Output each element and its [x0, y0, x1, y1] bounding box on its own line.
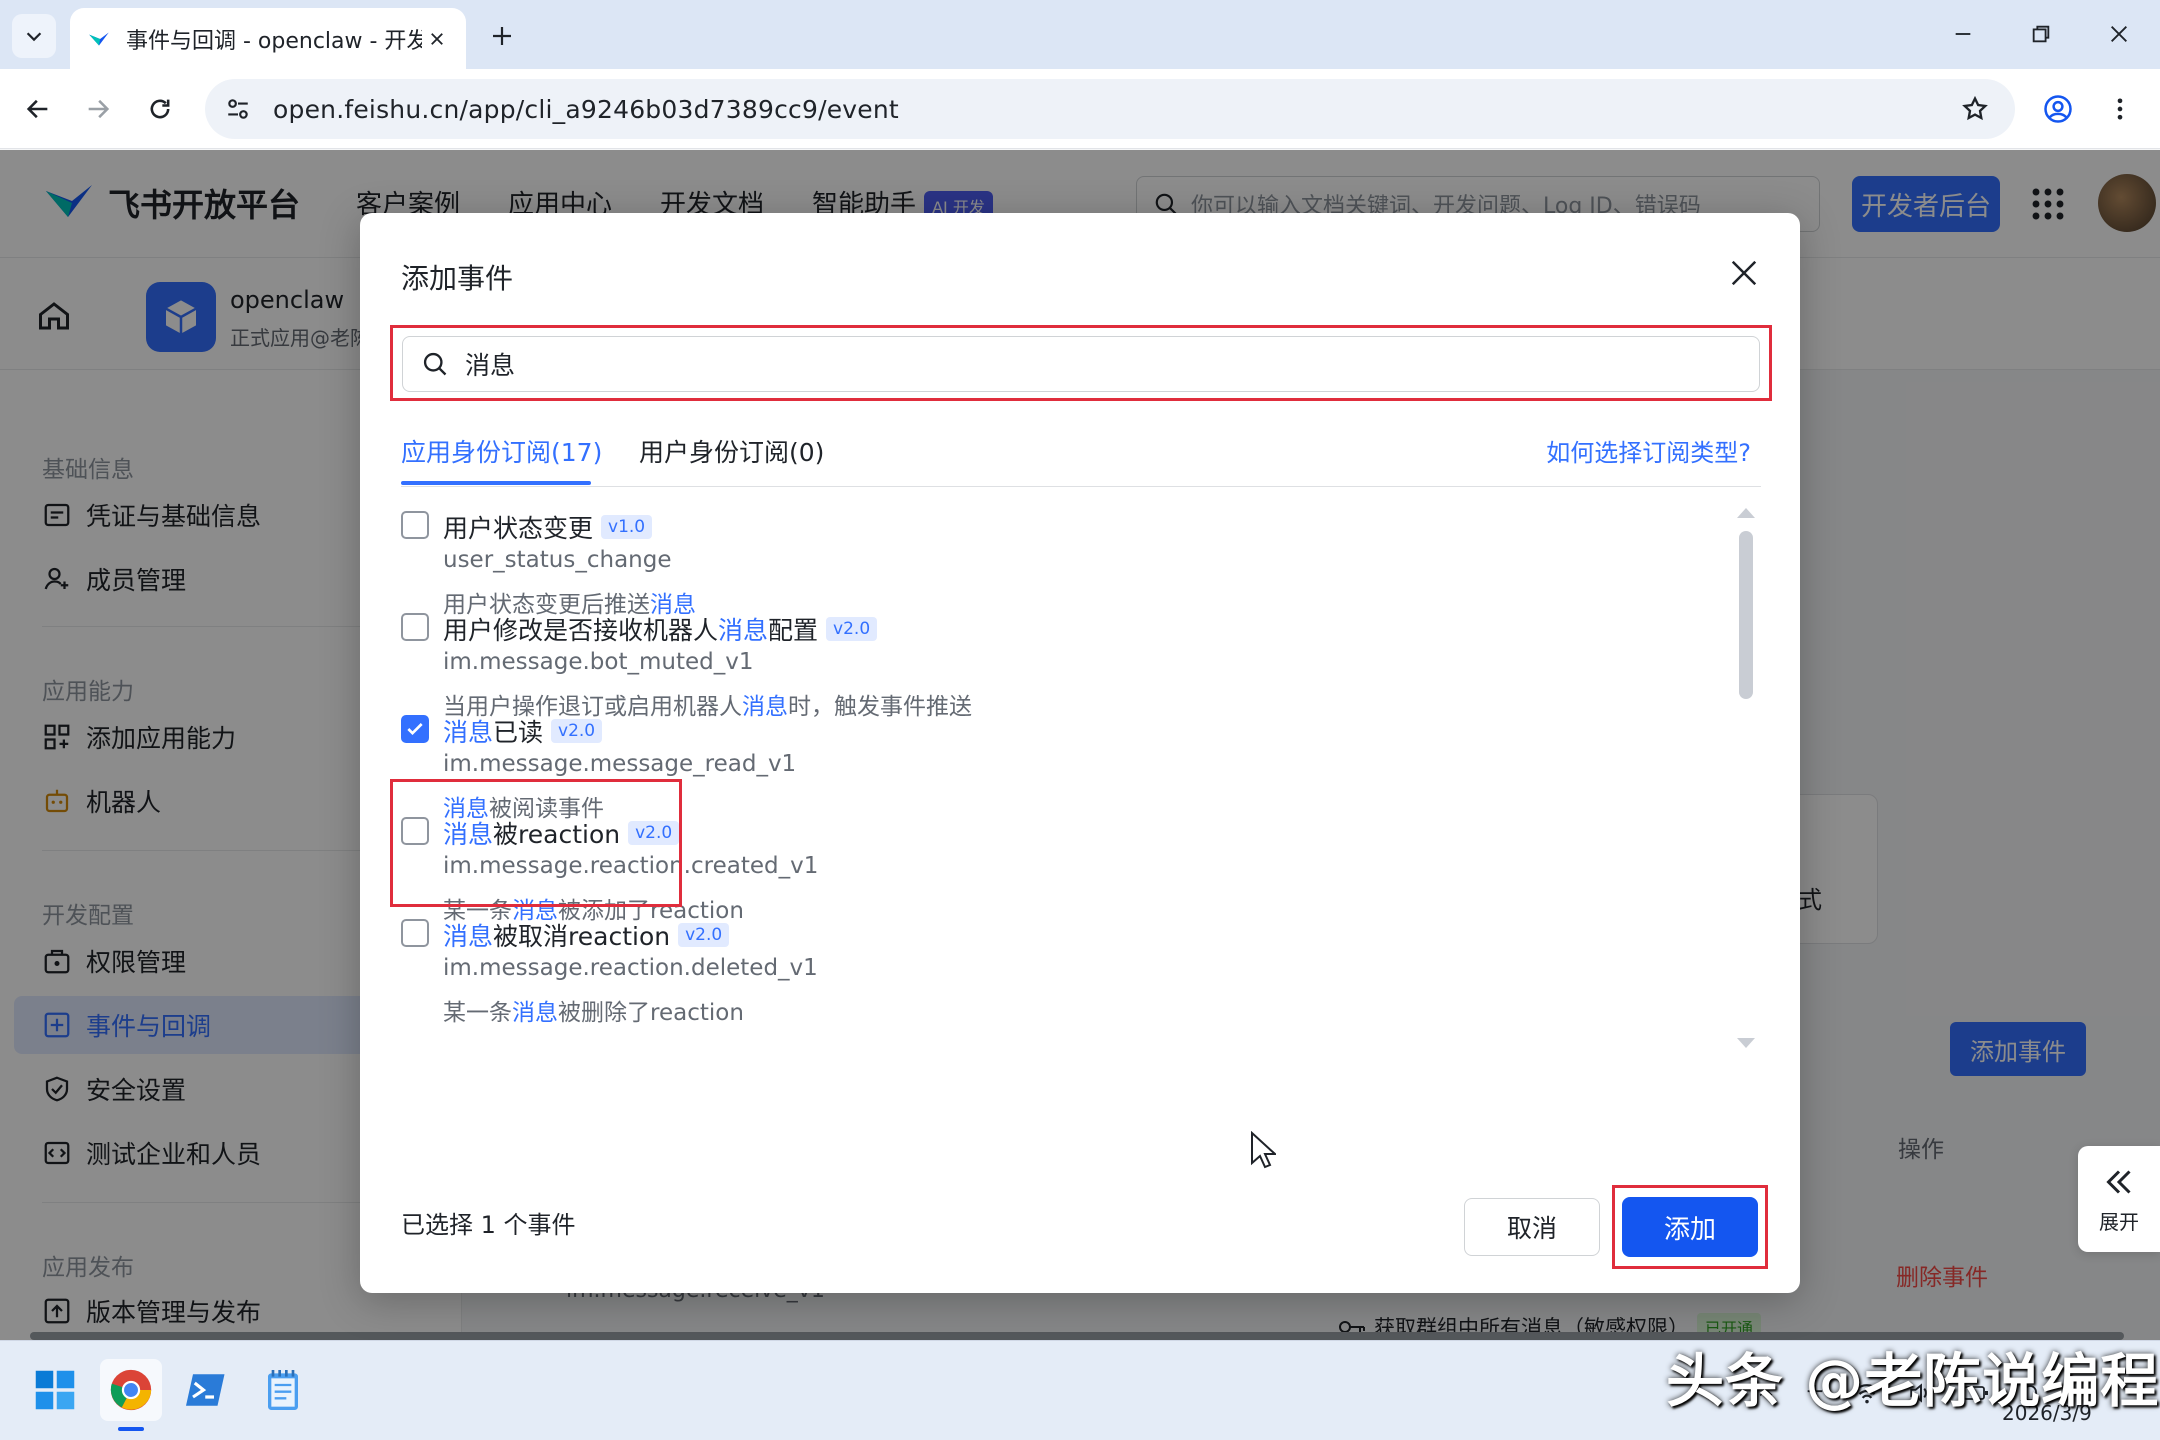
close-window-button[interactable] — [2096, 14, 2142, 54]
event-list: 用户状态变更 v1.0 user_status_change 用户状态变更后推送… — [401, 503, 1741, 1043]
browser-tab-active[interactable]: 事件与回调 - openclaw - 开发者 — [70, 8, 466, 69]
close-icon — [2111, 26, 2127, 42]
event-title: 用户状态变更 v1.0 — [443, 509, 653, 545]
event-title: 消息 被取消reaction v2.0 — [443, 917, 730, 953]
event-code: im.message.reaction.deleted_v1 — [443, 955, 818, 981]
active-app-indicator — [118, 1427, 144, 1431]
forward-button[interactable] — [76, 87, 120, 131]
event-title-text: 已读 — [493, 718, 544, 747]
feishu-favicon-icon — [89, 32, 109, 45]
bookmark-star-icon[interactable] — [1953, 87, 1997, 131]
event-description: 某一条消息被删除了reaction — [443, 993, 744, 1027]
subscription-type-help-link[interactable]: 如何选择订阅类型? — [1546, 433, 1751, 468]
browser-tab-strip: 事件与回调 - openclaw - 开发者 — [0, 0, 2160, 69]
powershell-icon — [186, 1374, 225, 1406]
chevron-down-icon — [26, 32, 42, 42]
minimize-icon — [1955, 33, 1971, 35]
restore-icon — [2032, 25, 2050, 43]
notepad-icon — [268, 1370, 298, 1410]
event-title: 消息 已读 v2.0 — [443, 713, 603, 749]
reload-button[interactable] — [138, 87, 182, 131]
expand-panel-button[interactable]: 展开 — [2078, 1146, 2160, 1252]
event-checkbox[interactable] — [401, 613, 429, 641]
event-title: 用户修改是否接收机器人 消息 配置 v2.0 — [443, 611, 878, 647]
taskbar-terminal[interactable] — [176, 1359, 238, 1421]
search-icon — [423, 352, 447, 376]
double-chevron-left-icon — [2106, 1169, 2131, 1194]
event-code: im.message.bot_muted_v1 — [443, 649, 754, 675]
chrome-icon — [110, 1369, 152, 1411]
add-button[interactable]: 添加 — [1622, 1197, 1758, 1257]
add-event-dialog: 添加事件 应用身份订阅(17) 用户身份订阅(0) 如何选择订阅类型? 用户状态… — [360, 213, 1800, 1293]
windows-logo-icon — [35, 1370, 75, 1410]
browser-menu-button[interactable] — [2098, 87, 2142, 131]
event-checkbox[interactable] — [401, 919, 429, 947]
version-badge: v2.0 — [826, 617, 878, 641]
profile-icon — [2044, 95, 2072, 123]
event-title-text: 用户修改是否接收机器人 — [443, 616, 719, 645]
version-badge: v2.0 — [551, 719, 603, 743]
mouse-cursor-icon — [1251, 1131, 1276, 1169]
event-item: 消息 被取消reaction v2.0 im.message.reaction.d… — [401, 911, 1701, 1041]
event-code: user_status_change — [443, 547, 672, 573]
event-title-text: 配置 — [768, 616, 819, 645]
event-desc-text: 被删除了reaction — [558, 1000, 744, 1026]
scroll-up-arrow-icon[interactable] — [1733, 505, 1759, 521]
search-hit: 消息 — [443, 718, 494, 747]
expand-label: 展开 — [2099, 1209, 2139, 1234]
plus-icon — [493, 27, 511, 45]
event-code: im.message.message_read_v1 — [443, 751, 797, 777]
restore-button[interactable] — [2018, 14, 2064, 54]
scroll-down-arrow-icon[interactable] — [1733, 1035, 1759, 1051]
event-checkbox-checked[interactable] — [401, 715, 429, 743]
dialog-close-button[interactable] — [1724, 253, 1764, 293]
arrow-right-icon — [88, 99, 110, 119]
address-bar[interactable]: open.feishu.cn/app/cli_a9246b03d7389cc9/… — [205, 79, 2015, 139]
event-search-box[interactable] — [402, 336, 1760, 392]
taskbar-chrome[interactable] — [100, 1359, 162, 1421]
event-checkbox[interactable] — [401, 511, 429, 539]
tab-user-identity[interactable]: 用户身份订阅(0) — [639, 433, 824, 469]
event-list-scrollbar-thumb[interactable] — [1739, 531, 1753, 699]
cancel-button[interactable]: 取消 — [1464, 1198, 1600, 1256]
checkmark-icon — [407, 723, 423, 736]
tab-search-button[interactable] — [12, 14, 56, 58]
arrow-left-icon — [26, 99, 48, 119]
subscription-tabs: 应用身份订阅(17) 用户身份订阅(0) 如何选择订阅类型? — [401, 423, 1761, 487]
event-search-input[interactable] — [465, 349, 1725, 379]
annotation-highlight-selected-event — [390, 779, 682, 907]
minimize-button[interactable] — [1940, 14, 1986, 54]
selected-count: 已选择 1 个事件 — [401, 1211, 576, 1239]
event-title-text: 用户状态变更 — [443, 514, 594, 543]
close-icon — [1731, 260, 1757, 286]
tab-app-identity[interactable]: 应用身份订阅(17) — [401, 433, 602, 469]
watermark: 头条 @老陈说编程 — [1666, 1347, 2160, 1415]
event-title-text: 被取消reaction — [493, 922, 671, 951]
profile-button[interactable] — [2036, 87, 2080, 131]
tab-close-icon[interactable] — [422, 24, 452, 54]
site-info-icon[interactable] — [221, 92, 255, 126]
version-badge: v2.0 — [678, 923, 730, 947]
back-button[interactable] — [16, 87, 60, 131]
search-hit: 消息 — [443, 922, 494, 951]
new-tab-button[interactable] — [482, 16, 522, 56]
active-tab-indicator — [401, 481, 591, 485]
dialog-title: 添加事件 — [401, 262, 514, 295]
browser-toolbar: open.feishu.cn/app/cli_a9246b03d7389cc9/… — [0, 69, 2160, 149]
taskbar-notepad[interactable] — [252, 1359, 314, 1421]
start-button[interactable] — [24, 1359, 86, 1421]
tab-title: 事件与回调 - openclaw - 开发者 — [126, 28, 422, 54]
search-hit: 消息 — [718, 616, 769, 645]
address-url: open.feishu.cn/app/cli_a9246b03d7389cc9/… — [273, 94, 899, 124]
search-hit: 消息 — [512, 1000, 558, 1026]
event-desc-text: 某一条 — [443, 1000, 512, 1026]
version-badge: v1.0 — [601, 515, 653, 539]
reload-icon — [150, 99, 170, 119]
kebab-menu-icon — [2117, 98, 2123, 120]
